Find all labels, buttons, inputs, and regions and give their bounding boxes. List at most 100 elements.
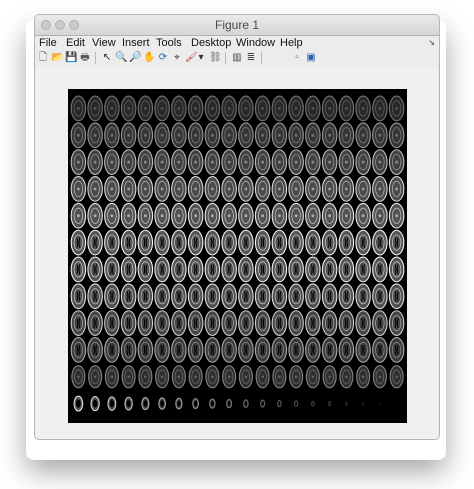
brain-slice (87, 310, 103, 336)
brain-slice (378, 402, 381, 406)
brain-slice (171, 229, 187, 256)
brain-slice (288, 229, 304, 256)
brain-slice (338, 283, 355, 310)
brain-slice (137, 202, 154, 229)
pan-icon[interactable]: ✋ (143, 52, 155, 64)
brain-slice (238, 202, 254, 229)
brain-slice (339, 365, 354, 389)
brain-slice (355, 283, 371, 310)
brain-slice (171, 310, 187, 336)
brain-slice (120, 149, 137, 175)
brain-slice (187, 176, 204, 202)
brain-slice (137, 310, 154, 336)
menu-file[interactable]: File (39, 36, 57, 50)
brain-slice (70, 95, 87, 122)
menu-edit[interactable]: Edit (66, 36, 85, 50)
brain-slice (238, 176, 254, 202)
brain-slice (238, 149, 254, 175)
brain-slice (70, 256, 87, 283)
brain-slice (254, 256, 271, 283)
brain-slice (305, 149, 321, 175)
zoom-in-icon[interactable]: 🔍 (115, 52, 127, 64)
brain-slice (154, 202, 170, 229)
brain-slice (305, 365, 320, 389)
montage-image[interactable] (68, 89, 407, 423)
brain-slice (271, 283, 288, 310)
brain-slice (137, 176, 154, 202)
brain-slice (104, 176, 120, 202)
brain-slice (321, 337, 338, 363)
brain-slice (321, 229, 338, 256)
dock-figure-icon[interactable]: ↘ (428, 38, 435, 47)
brain-slice (288, 283, 304, 310)
brain-slice (355, 149, 371, 175)
brain-slice (372, 122, 388, 149)
rotate-3d-icon[interactable]: ⟳ (157, 52, 169, 64)
brain-slice (288, 122, 304, 149)
brain-slice (104, 310, 120, 336)
brain-slice (321, 202, 338, 229)
brain-slice (388, 229, 405, 256)
brain-slice (204, 310, 221, 336)
brain-slice (204, 149, 221, 175)
brush-dropdown-icon[interactable]: ▾ (197, 52, 205, 64)
menu-view[interactable]: View (92, 36, 116, 50)
brain-slice (120, 310, 137, 336)
brain-slice (338, 149, 355, 175)
menu-help[interactable]: Help (280, 36, 303, 50)
brain-slice (154, 149, 170, 175)
brain-slice (338, 310, 355, 336)
brain-slice (154, 229, 170, 256)
title-bar[interactable]: Figure 1 (35, 15, 439, 36)
hide-plot-tools-icon[interactable]: ▫ (291, 52, 303, 64)
brain-slice (271, 122, 288, 149)
new-figure-icon[interactable]: 🗋 (37, 52, 49, 64)
brain-slice (254, 229, 271, 256)
link-plot-icon[interactable]: ⛓ (209, 52, 222, 64)
brain-slice (120, 256, 137, 283)
brain-slice (305, 122, 321, 149)
show-plot-tools-icon[interactable]: ▣ (305, 52, 317, 64)
brain-slice (355, 310, 371, 336)
brain-slice (355, 95, 371, 122)
brain-slice-montage (70, 95, 405, 412)
brain-slice (137, 122, 154, 149)
brain-slice (70, 283, 87, 310)
brain-slice (138, 365, 153, 389)
brain-slice (344, 401, 348, 406)
brain-slice (187, 283, 204, 310)
brain-slice (137, 95, 154, 122)
brain-slice (254, 283, 271, 310)
brain-slice (361, 401, 365, 406)
brain-slice (271, 176, 288, 202)
menu-insert[interactable]: Insert (122, 36, 150, 50)
brain-slice (305, 95, 321, 122)
brain-slice (87, 149, 103, 175)
brain-slice (73, 395, 84, 412)
brain-slice (154, 256, 170, 283)
save-icon[interactable]: 💾 (65, 52, 77, 64)
colorbar-icon[interactable]: ▥ (231, 52, 243, 64)
brain-slice (355, 202, 371, 229)
brain-slice (388, 176, 405, 202)
brain-slice (204, 283, 221, 310)
brain-slice (120, 337, 137, 363)
open-file-icon[interactable]: 📂 (51, 52, 63, 64)
brain-slice (205, 365, 220, 389)
pointer-icon[interactable]: ↖ (101, 52, 113, 64)
zoom-out-icon[interactable]: 🔎 (129, 52, 141, 64)
menu-desktop[interactable]: Desktop (191, 36, 231, 50)
brain-slice (388, 149, 405, 175)
brain-slice (120, 122, 137, 149)
print-icon[interactable]: 🖶 (79, 52, 91, 64)
brain-slice (187, 256, 204, 283)
legend-icon[interactable]: ≣ (245, 52, 257, 64)
menu-window[interactable]: Window (236, 36, 275, 50)
brain-slice (338, 122, 355, 149)
brain-slice (372, 149, 388, 175)
brain-slice (221, 229, 237, 256)
brush-icon[interactable]: 🖌 (185, 52, 198, 64)
menu-tools[interactable]: Tools (156, 36, 182, 50)
brain-slice (121, 365, 136, 389)
data-cursor-icon[interactable]: ⌖ (171, 52, 183, 64)
